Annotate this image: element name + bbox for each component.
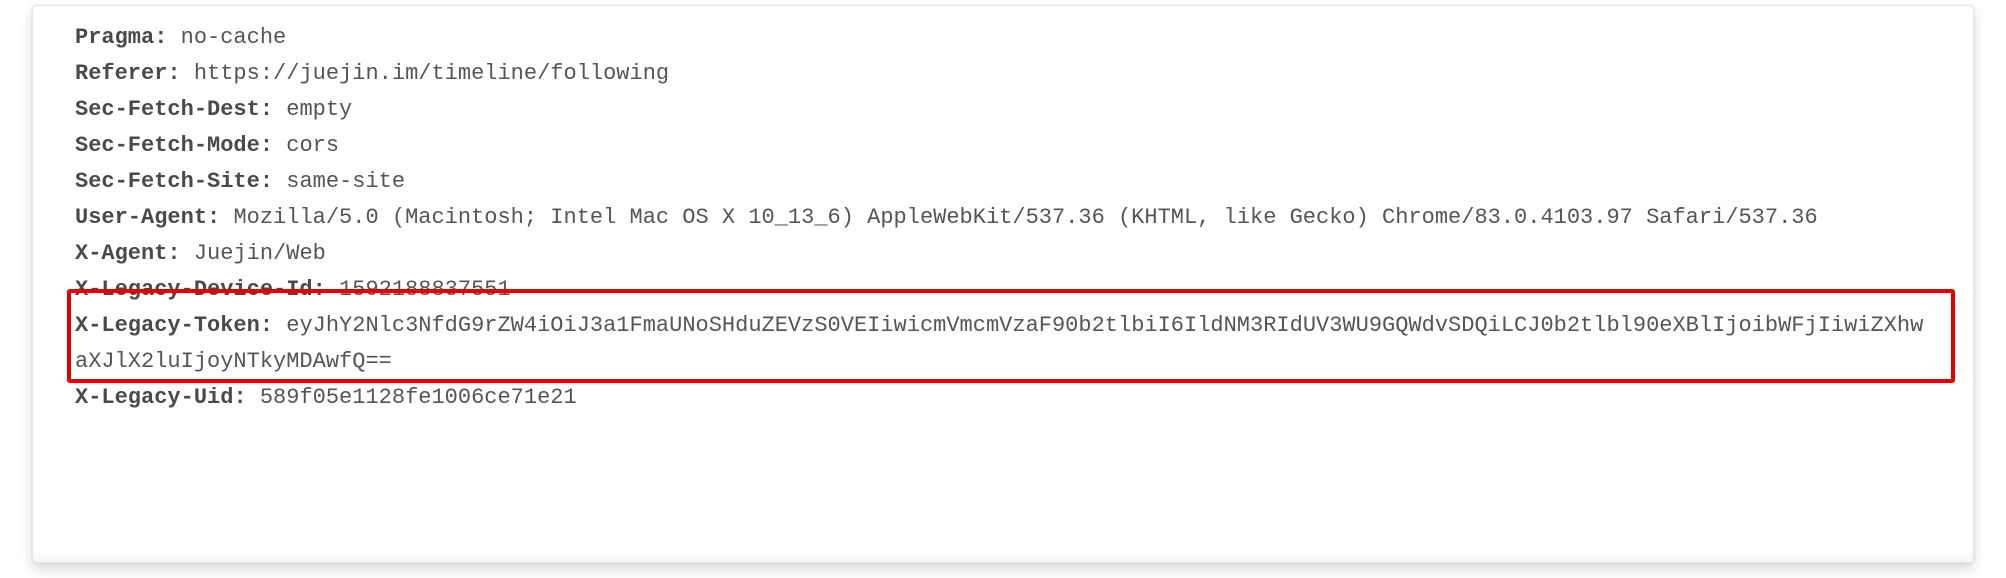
header-row: Sec-Fetch-Mode: cors xyxy=(75,128,1931,164)
header-row: Referer: https://juejin.im/timeline/foll… xyxy=(75,56,1931,92)
header-name: X-Legacy-Uid: xyxy=(75,385,247,410)
header-row: Sec-Fetch-Site: same-site xyxy=(75,164,1931,200)
header-value: https://juejin.im/timeline/following xyxy=(194,61,669,86)
header-value: cors xyxy=(286,133,339,158)
header-row: X-Agent: Juejin/Web xyxy=(75,236,1931,272)
header-name: X-Agent: xyxy=(75,241,181,266)
header-name: X-Legacy-Token: xyxy=(75,313,273,338)
header-name: X-Legacy-Device-Id: xyxy=(75,277,326,302)
header-value: 1592188837551 xyxy=(339,277,511,302)
header-row: X-Legacy-Uid: 589f05e1128fe1006ce71e21 xyxy=(75,380,1931,416)
header-value: no-cache xyxy=(181,25,287,50)
header-value: Mozilla/5.0 (Macintosh; Intel Mac OS X 1… xyxy=(233,205,1817,230)
header-row: User-Agent: Mozilla/5.0 (Macintosh; Inte… xyxy=(75,200,1931,236)
header-name: Sec-Fetch-Site: xyxy=(75,169,273,194)
header-row: Sec-Fetch-Dest: empty xyxy=(75,92,1931,128)
header-name: Pragma: xyxy=(75,25,167,50)
header-row: X-Legacy-Device-Id: 1592188837551 xyxy=(75,272,1931,308)
header-value: 589f05e1128fe1006ce71e21 xyxy=(260,385,577,410)
header-name: User-Agent: xyxy=(75,205,220,230)
headers-panel: Pragma: no-cache Referer: https://juejin… xyxy=(32,5,1974,563)
header-name: Sec-Fetch-Dest: xyxy=(75,97,273,122)
header-name: Sec-Fetch-Mode: xyxy=(75,133,273,158)
header-value: eyJhY2Nlc3NfdG9rZW4iOiJ3a1FmaUNoSHduZEVz… xyxy=(75,313,1923,374)
header-row: Pragma: no-cache xyxy=(75,20,1931,56)
header-value: empty xyxy=(286,97,352,122)
header-name: Referer: xyxy=(75,61,181,86)
header-row-highlighted: X-Legacy-Token: eyJhY2Nlc3NfdG9rZW4iOiJ3… xyxy=(75,308,1931,380)
header-value: Juejin/Web xyxy=(194,241,326,266)
header-value: same-site xyxy=(286,169,405,194)
